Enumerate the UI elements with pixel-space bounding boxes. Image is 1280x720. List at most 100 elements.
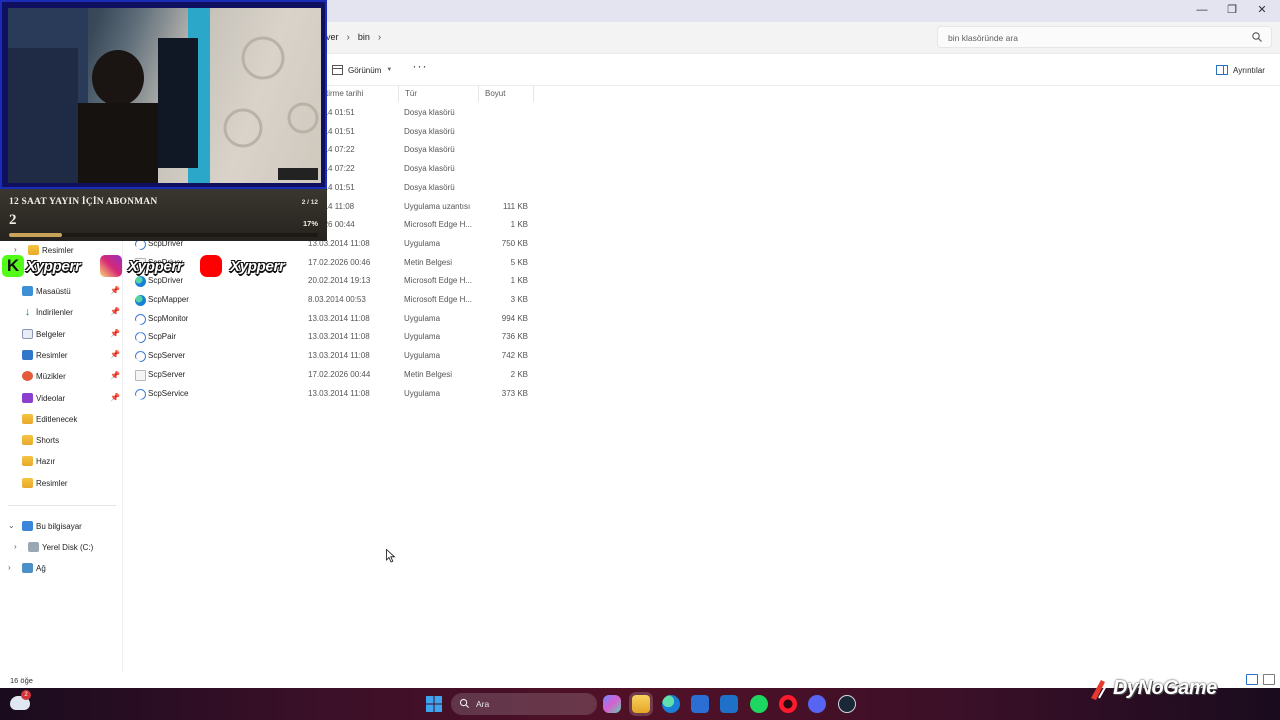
app-icon xyxy=(135,332,146,344)
webcam-overlay xyxy=(0,0,327,189)
dynogame-logo-icon xyxy=(1091,680,1108,700)
file-size: 750 KB xyxy=(501,238,528,248)
file-size: 5 KB xyxy=(510,257,528,267)
sidebar-item[interactable]: Resimler xyxy=(0,475,122,493)
pin-icon[interactable]: 📌 xyxy=(110,350,120,359)
pin-icon[interactable]: 📌 xyxy=(110,371,120,380)
file-explorer-icon[interactable] xyxy=(632,695,650,713)
taskbar-search-placeholder: Ara xyxy=(476,699,490,709)
table-row[interactable]: ScpServer 17.02.2026 00:44 Metin Belgesi 2 … xyxy=(126,367,536,385)
start-icon[interactable] xyxy=(425,695,443,713)
table-row[interactable]: ScpServer 13.03.2014 11:08 Uygulama 742 KB xyxy=(126,348,536,366)
sidebar-item-this-pc[interactable]: ⌄ Bu bilgisayar xyxy=(0,518,122,536)
sidebar-item[interactable]: Resimler 📌 xyxy=(0,347,122,365)
view-button[interactable]: Görünüm ▼ xyxy=(332,63,392,77)
details-pane-icon xyxy=(1216,65,1228,75)
sidebar-item-network[interactable]: › Ağ xyxy=(0,560,122,578)
chevron-right-icon[interactable]: › xyxy=(14,542,17,551)
item-count: 16 öğe xyxy=(10,676,33,685)
spotify-icon[interactable] xyxy=(750,695,768,713)
copilot-icon[interactable] xyxy=(603,695,621,713)
table-row[interactable]: ScpPair 13.03.2014 11:08 Uygulama 736 KB xyxy=(126,329,536,347)
column-separator[interactable] xyxy=(478,86,479,102)
sidebar-item[interactable]: Videolar 📌 xyxy=(0,390,122,408)
minimize-button[interactable]: — xyxy=(1187,2,1217,18)
sidebar-item[interactable]: Shorts xyxy=(0,432,122,450)
sidebar-item-label: Resimler xyxy=(36,350,68,360)
download-icon: ↓ xyxy=(24,306,31,319)
folder-icon xyxy=(22,456,33,467)
tiles-view-icon[interactable] xyxy=(1263,674,1275,685)
pin-icon[interactable]: 📌 xyxy=(110,329,120,338)
column-header-date[interactable]: tirme tarihi xyxy=(326,87,363,101)
sidebar-item-local-disk[interactable]: › Yerel Disk (C:) xyxy=(0,539,122,557)
search-icon xyxy=(459,698,470,709)
file-size: 3 KB xyxy=(510,295,528,304)
table-row[interactable]: ScpMonitor 13.03.2014 11:08 Uygulama 994 KB xyxy=(126,311,536,329)
mouse-cursor-icon xyxy=(386,549,396,563)
opera-icon[interactable] xyxy=(779,695,797,713)
sidebar-item-label: Editlenecek xyxy=(36,414,78,424)
maximize-button[interactable]: ❐ xyxy=(1217,2,1247,18)
pin-icon[interactable]: 📌 xyxy=(110,307,120,316)
file-type: Uygulama uzantısı xyxy=(404,201,471,211)
navigation-pane: › Resimler Masaüstü 📌 ↓ İndirilenler 📌 Belgel… xyxy=(0,240,122,680)
table-row[interactable]: ScpService 13.03.2014 11:08 Uygulama 373 KB xyxy=(126,386,536,404)
goal-count: 2 xyxy=(9,212,17,228)
sidebar-item-label: Masaüstü xyxy=(36,287,71,296)
instagram-icon xyxy=(100,255,122,277)
sidebar-separator xyxy=(8,505,116,506)
webcam-image xyxy=(8,8,319,183)
details-pane-button[interactable]: Ayrıntılar xyxy=(1216,63,1265,77)
pin-icon[interactable]: 📌 xyxy=(110,286,120,295)
sidebar-item[interactable]: ↓ İndirilenler 📌 xyxy=(0,304,122,322)
edge-icon xyxy=(135,295,146,306)
breadcrumb-item-bin[interactable]: bin xyxy=(358,32,370,42)
file-date: 13.03.2014 11:08 xyxy=(308,332,370,342)
file-name: ScpServer xyxy=(148,351,186,361)
column-separator[interactable] xyxy=(533,86,534,102)
chevron-down-icon[interactable]: ⌄ xyxy=(8,521,15,530)
sidebar-item-label: Bu bilgisayar xyxy=(36,522,82,531)
kick-handle: Xypperr xyxy=(26,258,81,275)
sidebar-item[interactable]: Müzikler 📌 xyxy=(0,368,122,386)
column-header-type[interactable]: Tür xyxy=(405,87,417,101)
sidebar-item-label: Belgeler xyxy=(36,329,66,339)
network-icon xyxy=(22,563,33,573)
taskbar-search[interactable]: Ara xyxy=(451,693,597,715)
close-button[interactable]: ✕ xyxy=(1247,2,1277,18)
file-size: 2 KB xyxy=(510,369,528,379)
more-options-button[interactable]: ··· xyxy=(412,60,428,77)
view-icon xyxy=(332,65,343,75)
details-label: Ayrıntılar xyxy=(1233,65,1265,75)
sidebar-item[interactable]: Hazır xyxy=(0,453,122,471)
pin-icon[interactable]: 📌 xyxy=(110,393,120,402)
search-placeholder: bin klasöründe ara xyxy=(948,33,1018,43)
sidebar-item[interactable]: Belgeler 📌 xyxy=(0,326,122,344)
steam-icon[interactable] xyxy=(838,695,856,713)
discord-icon[interactable] xyxy=(808,695,826,713)
folder-icon xyxy=(22,413,33,424)
breadcrumb: erver › bin › xyxy=(318,22,381,52)
column-separator[interactable] xyxy=(398,86,399,102)
file-size: 111 KB xyxy=(502,201,528,211)
chevron-right-icon[interactable]: › xyxy=(8,563,11,572)
sidebar-item[interactable]: Editlenecek xyxy=(0,411,122,429)
chevron-right-icon[interactable]: › xyxy=(378,32,381,43)
sidebar-item[interactable]: Masaüstü 📌 xyxy=(0,283,122,301)
weather-icon[interactable]: 2 xyxy=(10,690,31,710)
column-header-size[interactable]: Boyut xyxy=(485,87,505,101)
goal-progress-fill xyxy=(9,233,62,237)
store-icon[interactable] xyxy=(691,695,709,713)
table-row[interactable]: ScpMapper 8.03.2014 00:53 Microsoft Edge H… xyxy=(126,292,536,310)
watermark-text: DyNoGame xyxy=(1113,677,1217,699)
file-type: Dosya klasörü xyxy=(404,182,455,192)
view-label: Görünüm xyxy=(348,65,382,75)
kick-icon: K xyxy=(2,255,24,277)
documents-icon xyxy=(22,328,33,339)
folder-icon xyxy=(22,435,33,446)
search-input[interactable]: bin klasöründe ara xyxy=(937,26,1272,48)
edge-icon[interactable] xyxy=(662,695,680,713)
file-type: Dosya klasörü xyxy=(404,126,455,136)
mail-icon[interactable] xyxy=(720,695,738,713)
